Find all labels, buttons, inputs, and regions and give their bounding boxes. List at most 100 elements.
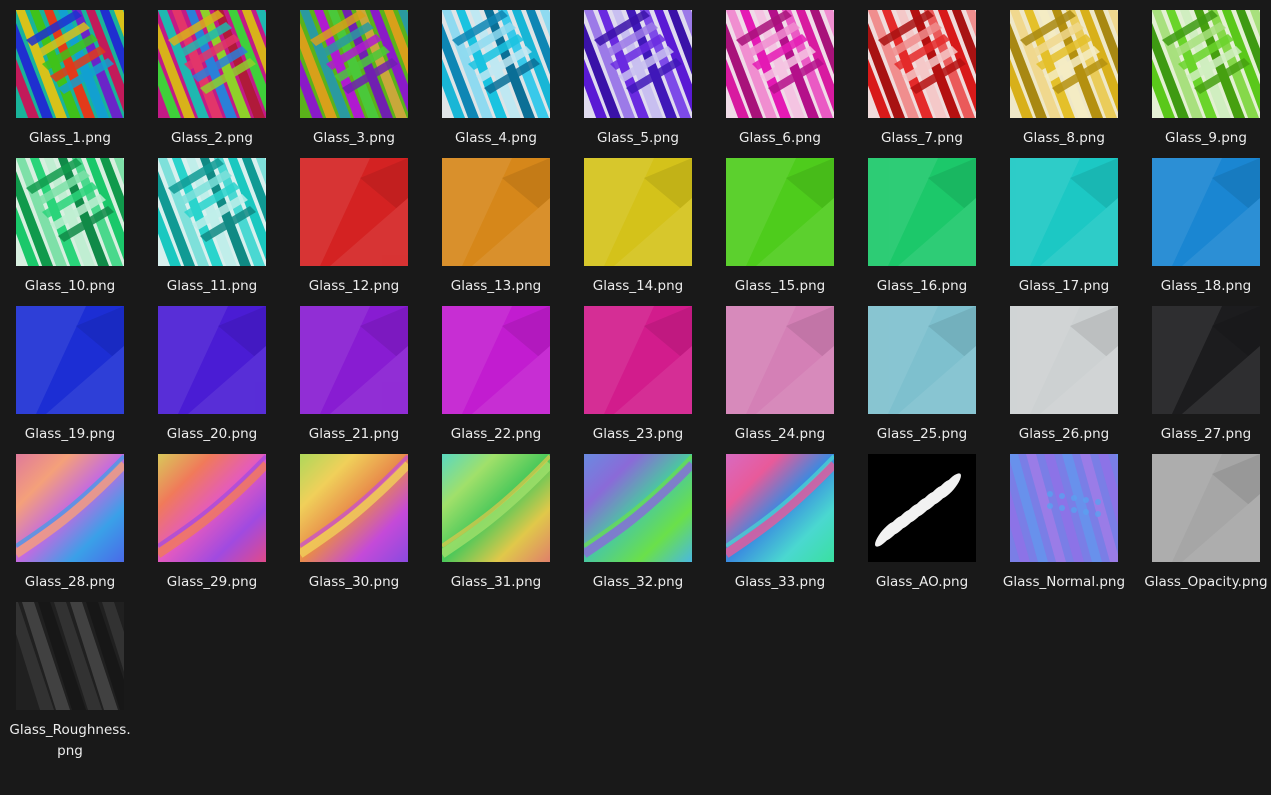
file-name-label: Glass_33.png — [734, 574, 826, 590]
file-thumbnail — [442, 306, 550, 414]
thumbnail-image — [584, 454, 692, 562]
file-item[interactable]: Glass_21.png — [290, 306, 418, 454]
file-thumbnail — [584, 306, 692, 414]
file-item[interactable]: Glass_22.png — [432, 306, 560, 454]
file-name-label: Glass_20.png — [166, 426, 258, 442]
file-thumbnail — [16, 454, 124, 562]
file-item[interactable]: Glass_7.png — [858, 10, 986, 158]
file-name-label: Glass_14.png — [592, 278, 684, 294]
file-thumbnail — [16, 158, 124, 266]
file-item[interactable]: Glass_32.png — [574, 454, 702, 602]
file-name-label: Glass_25.png — [876, 426, 968, 442]
file-item[interactable]: Glass_30.png — [290, 454, 418, 602]
file-item[interactable]: Glass_14.png — [574, 158, 702, 306]
file-name-label: Glass_9.png — [1165, 130, 1247, 146]
file-item[interactable]: Glass_Roughness.png — [6, 602, 134, 759]
file-item[interactable]: Glass_24.png — [716, 306, 844, 454]
file-name-label: Glass_13.png — [450, 278, 542, 294]
thumbnail-image — [1010, 158, 1118, 266]
thumbnail-image — [726, 454, 834, 562]
file-item[interactable]: Glass_16.png — [858, 158, 986, 306]
thumbnail-image — [726, 306, 834, 414]
thumbnail-image — [16, 306, 124, 414]
file-name-label: Glass_30.png — [308, 574, 400, 590]
file-name-label: Glass_4.png — [455, 130, 537, 146]
file-name-label: Glass_19.png — [24, 426, 116, 442]
file-thumbnail — [1010, 158, 1118, 266]
file-thumbnail — [584, 158, 692, 266]
thumbnail-image — [868, 306, 976, 414]
file-item[interactable]: Glass_29.png — [148, 454, 276, 602]
file-thumbnail — [868, 158, 976, 266]
file-item[interactable]: Glass_28.png — [6, 454, 134, 602]
file-thumbnail — [1010, 306, 1118, 414]
file-thumbnail — [868, 306, 976, 414]
file-item[interactable]: Glass_15.png — [716, 158, 844, 306]
file-thumbnail — [1152, 454, 1260, 562]
file-item[interactable]: Glass_10.png — [6, 158, 134, 306]
thumbnail-image — [1010, 454, 1118, 562]
thumbnail-image — [584, 158, 692, 266]
file-name-label: Glass_11.png — [166, 278, 258, 294]
file-name-label: Glass_Normal.png — [1002, 574, 1126, 590]
file-name-label: Glass_21.png — [308, 426, 400, 442]
file-thumbnail — [158, 10, 266, 118]
file-thumbnail — [300, 306, 408, 414]
file-name-label: Glass_17.png — [1018, 278, 1110, 294]
file-thumbnail — [868, 454, 976, 562]
thumbnail-image — [16, 10, 124, 118]
thumbnail-image — [442, 454, 550, 562]
file-item[interactable]: Glass_17.png — [1000, 158, 1128, 306]
file-item[interactable]: Glass_18.png — [1142, 158, 1270, 306]
file-item[interactable]: Glass_Normal.png — [1000, 454, 1128, 602]
file-thumbnail — [1010, 454, 1118, 562]
file-item[interactable]: Glass_4.png — [432, 10, 560, 158]
file-item[interactable]: Glass_9.png — [1142, 10, 1270, 158]
thumbnail-image — [442, 10, 550, 118]
file-name-label: Glass_28.png — [24, 574, 116, 590]
file-item[interactable]: Glass_AO.png — [858, 454, 986, 602]
file-item[interactable]: Glass_33.png — [716, 454, 844, 602]
file-thumbnail — [16, 306, 124, 414]
file-thumbnail — [584, 10, 692, 118]
file-item[interactable]: Glass_6.png — [716, 10, 844, 158]
file-thumbnail — [726, 10, 834, 118]
file-item[interactable]: Glass_1.png — [6, 10, 134, 158]
file-item[interactable]: Glass_26.png — [1000, 306, 1128, 454]
file-item[interactable]: Glass_25.png — [858, 306, 986, 454]
file-name-label: Glass_5.png — [597, 130, 679, 146]
thumbnail-image — [1152, 158, 1260, 266]
thumbnail-image — [300, 158, 408, 266]
thumbnail-image — [868, 158, 976, 266]
file-thumbnail — [442, 10, 550, 118]
file-item[interactable]: Glass_5.png — [574, 10, 702, 158]
thumbnail-image — [1152, 306, 1260, 414]
file-name-label: Glass_3.png — [313, 130, 395, 146]
file-name-label: Glass_27.png — [1160, 426, 1252, 442]
file-item[interactable]: Glass_3.png — [290, 10, 418, 158]
file-item[interactable]: Glass_Opacity.png — [1142, 454, 1270, 602]
thumbnail-image — [442, 306, 550, 414]
file-item[interactable]: Glass_19.png — [6, 306, 134, 454]
file-item[interactable]: Glass_11.png — [148, 158, 276, 306]
file-thumbnail — [726, 306, 834, 414]
file-thumbnail — [726, 454, 834, 562]
file-item[interactable]: Glass_31.png — [432, 454, 560, 602]
file-item[interactable]: Glass_12.png — [290, 158, 418, 306]
file-item[interactable]: Glass_2.png — [148, 10, 276, 158]
thumbnail-image — [16, 602, 124, 710]
file-thumbnail — [300, 10, 408, 118]
file-item[interactable]: Glass_23.png — [574, 306, 702, 454]
file-name-label: Glass_7.png — [881, 130, 963, 146]
thumbnail-image — [726, 158, 834, 266]
file-thumbnail — [1152, 158, 1260, 266]
file-item[interactable]: Glass_20.png — [148, 306, 276, 454]
file-name-label: Glass_26.png — [1018, 426, 1110, 442]
file-name-label: Glass_23.png — [592, 426, 684, 442]
thumbnail-image — [16, 158, 124, 266]
file-item[interactable]: Glass_27.png — [1142, 306, 1270, 454]
file-item[interactable]: Glass_8.png — [1000, 10, 1128, 158]
file-thumbnail — [868, 10, 976, 118]
thumbnail-image — [1152, 10, 1260, 118]
file-item[interactable]: Glass_13.png — [432, 158, 560, 306]
